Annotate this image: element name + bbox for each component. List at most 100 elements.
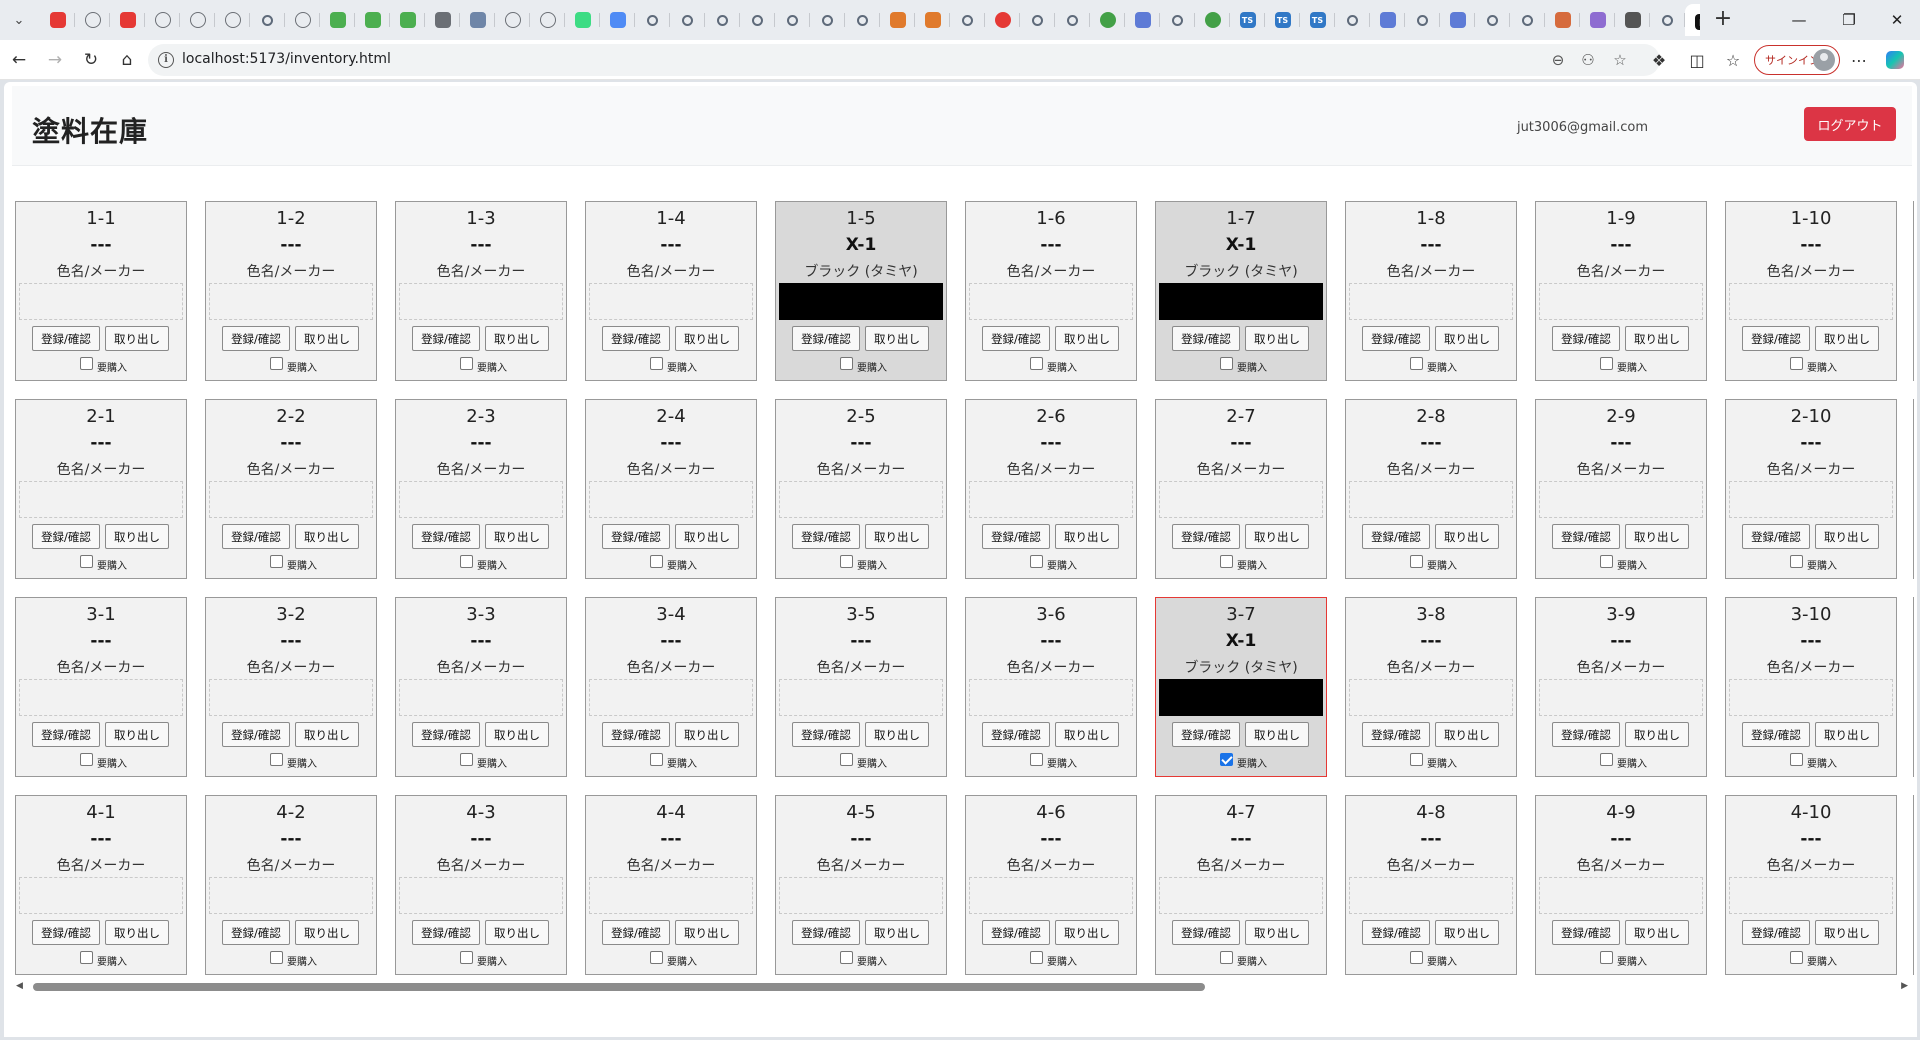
browser-tab-active[interactable]: n✕: [1685, 4, 1700, 36]
need-purchase-checkbox[interactable]: [840, 951, 853, 964]
register-button[interactable]: 登録/確認: [792, 326, 860, 351]
need-purchase-checkbox[interactable]: [270, 753, 283, 766]
browser-tab[interactable]: [740, 4, 775, 36]
register-button[interactable]: 登録/確認: [982, 722, 1050, 747]
takeout-button[interactable]: 取り出し: [295, 722, 359, 747]
need-purchase-checkbox[interactable]: [270, 555, 283, 568]
scroll-right-arrow-icon[interactable]: ▶: [1901, 981, 1908, 991]
takeout-button[interactable]: 取り出し: [1625, 920, 1689, 945]
need-purchase-checkbox[interactable]: [1790, 951, 1803, 964]
register-button[interactable]: 登録/確認: [602, 326, 670, 351]
need-purchase-checkbox[interactable]: [1030, 753, 1043, 766]
new-tab-plus-icon[interactable]: +: [1710, 8, 1736, 32]
takeout-button[interactable]: 取り出し: [1055, 722, 1119, 747]
browser-tab[interactable]: [390, 4, 425, 36]
favorite-star-icon[interactable]: ☆: [1610, 50, 1630, 70]
need-purchase-checkbox[interactable]: [80, 357, 93, 370]
takeout-button[interactable]: 取り出し: [485, 722, 549, 747]
takeout-button[interactable]: 取り出し: [1435, 326, 1499, 351]
need-purchase-checkbox[interactable]: [80, 753, 93, 766]
back-arrow-icon[interactable]: ←: [6, 48, 32, 72]
browser-tab[interactable]: [1020, 4, 1055, 36]
site-info-icon[interactable]: i: [158, 52, 174, 68]
takeout-button[interactable]: 取り出し: [105, 524, 169, 549]
browser-tab[interactable]: [985, 4, 1020, 36]
browser-tab[interactable]: [950, 4, 985, 36]
takeout-button[interactable]: 取り出し: [1625, 722, 1689, 747]
horizontal-scrollbar[interactable]: ◀ ▶: [12, 978, 1912, 996]
scroll-left-arrow-icon[interactable]: ◀: [16, 981, 23, 991]
takeout-button[interactable]: 取り出し: [1815, 920, 1879, 945]
takeout-button[interactable]: 取り出し: [675, 524, 739, 549]
register-button[interactable]: 登録/確認: [1362, 524, 1430, 549]
browser-tab[interactable]: [1510, 4, 1545, 36]
register-button[interactable]: 登録/確認: [32, 326, 100, 351]
browser-tab[interactable]: [1440, 4, 1475, 36]
tab-list-chevron-icon[interactable]: ⌄: [6, 8, 32, 32]
read-aloud-icon[interactable]: ⚇: [1578, 50, 1598, 70]
takeout-button[interactable]: 取り出し: [675, 920, 739, 945]
takeout-button[interactable]: 取り出し: [1245, 524, 1309, 549]
register-button[interactable]: 登録/確認: [1172, 326, 1240, 351]
takeout-button[interactable]: 取り出し: [295, 326, 359, 351]
browser-tab[interactable]: [565, 4, 600, 36]
browser-tab[interactable]: [670, 4, 705, 36]
takeout-button[interactable]: 取り出し: [1245, 722, 1309, 747]
address-bar[interactable]: i localhost:5173/inventory.html ⊖ ⚇ ☆: [148, 44, 1660, 76]
need-purchase-checkbox[interactable]: [460, 951, 473, 964]
takeout-button[interactable]: 取り出し: [295, 524, 359, 549]
browser-tab[interactable]: [1195, 4, 1230, 36]
browser-tab[interactable]: [40, 4, 75, 36]
register-button[interactable]: 登録/確認: [792, 722, 860, 747]
need-purchase-checkbox[interactable]: [1600, 357, 1613, 370]
register-button[interactable]: 登録/確認: [1552, 524, 1620, 549]
register-button[interactable]: 登録/確認: [1742, 524, 1810, 549]
browser-tab[interactable]: [285, 4, 320, 36]
browser-tab[interactable]: TS: [1265, 4, 1300, 36]
register-button[interactable]: 登録/確認: [412, 326, 480, 351]
browser-tab[interactable]: [1160, 4, 1195, 36]
browser-tab[interactable]: [1580, 4, 1615, 36]
need-purchase-checkbox[interactable]: [840, 555, 853, 568]
zoom-out-icon[interactable]: ⊖: [1548, 50, 1568, 70]
takeout-button[interactable]: 取り出し: [105, 326, 169, 351]
takeout-button[interactable]: 取り出し: [1815, 524, 1879, 549]
need-purchase-checkbox[interactable]: [1600, 753, 1613, 766]
need-purchase-checkbox[interactable]: [80, 555, 93, 568]
register-button[interactable]: 登録/確認: [1742, 326, 1810, 351]
takeout-button[interactable]: 取り出し: [105, 722, 169, 747]
need-purchase-checkbox[interactable]: [650, 555, 663, 568]
need-purchase-checkbox[interactable]: [460, 753, 473, 766]
browser-tab[interactable]: [845, 4, 880, 36]
browser-tab[interactable]: [145, 4, 180, 36]
takeout-button[interactable]: 取り出し: [865, 722, 929, 747]
browser-tab[interactable]: [180, 4, 215, 36]
takeout-button[interactable]: 取り出し: [1435, 524, 1499, 549]
register-button[interactable]: 登録/確認: [982, 920, 1050, 945]
takeout-button[interactable]: 取り出し: [1625, 524, 1689, 549]
browser-tab[interactable]: [250, 4, 285, 36]
home-icon[interactable]: ⌂: [114, 48, 140, 72]
need-purchase-checkbox[interactable]: [1220, 357, 1233, 370]
need-purchase-checkbox[interactable]: [840, 753, 853, 766]
browser-tab[interactable]: [75, 4, 110, 36]
takeout-button[interactable]: 取り出し: [1625, 326, 1689, 351]
takeout-button[interactable]: 取り出し: [1815, 326, 1879, 351]
register-button[interactable]: 登録/確認: [602, 920, 670, 945]
register-button[interactable]: 登録/確認: [412, 920, 480, 945]
forward-arrow-icon[interactable]: →: [42, 48, 68, 72]
takeout-button[interactable]: 取り出し: [1245, 326, 1309, 351]
browser-tab[interactable]: [495, 4, 530, 36]
browser-tab[interactable]: [1615, 4, 1650, 36]
more-menu-icon[interactable]: ⋯: [1848, 49, 1870, 71]
scrollbar-thumb[interactable]: [33, 983, 1205, 991]
need-purchase-checkbox[interactable]: [650, 357, 663, 370]
register-button[interactable]: 登録/確認: [1172, 524, 1240, 549]
browser-tab[interactable]: [425, 4, 460, 36]
takeout-button[interactable]: 取り出し: [675, 326, 739, 351]
need-purchase-checkbox[interactable]: [1030, 555, 1043, 568]
register-button[interactable]: 登録/確認: [602, 722, 670, 747]
need-purchase-checkbox[interactable]: [1220, 753, 1233, 766]
browser-tab[interactable]: [320, 4, 355, 36]
need-purchase-checkbox[interactable]: [1030, 951, 1043, 964]
